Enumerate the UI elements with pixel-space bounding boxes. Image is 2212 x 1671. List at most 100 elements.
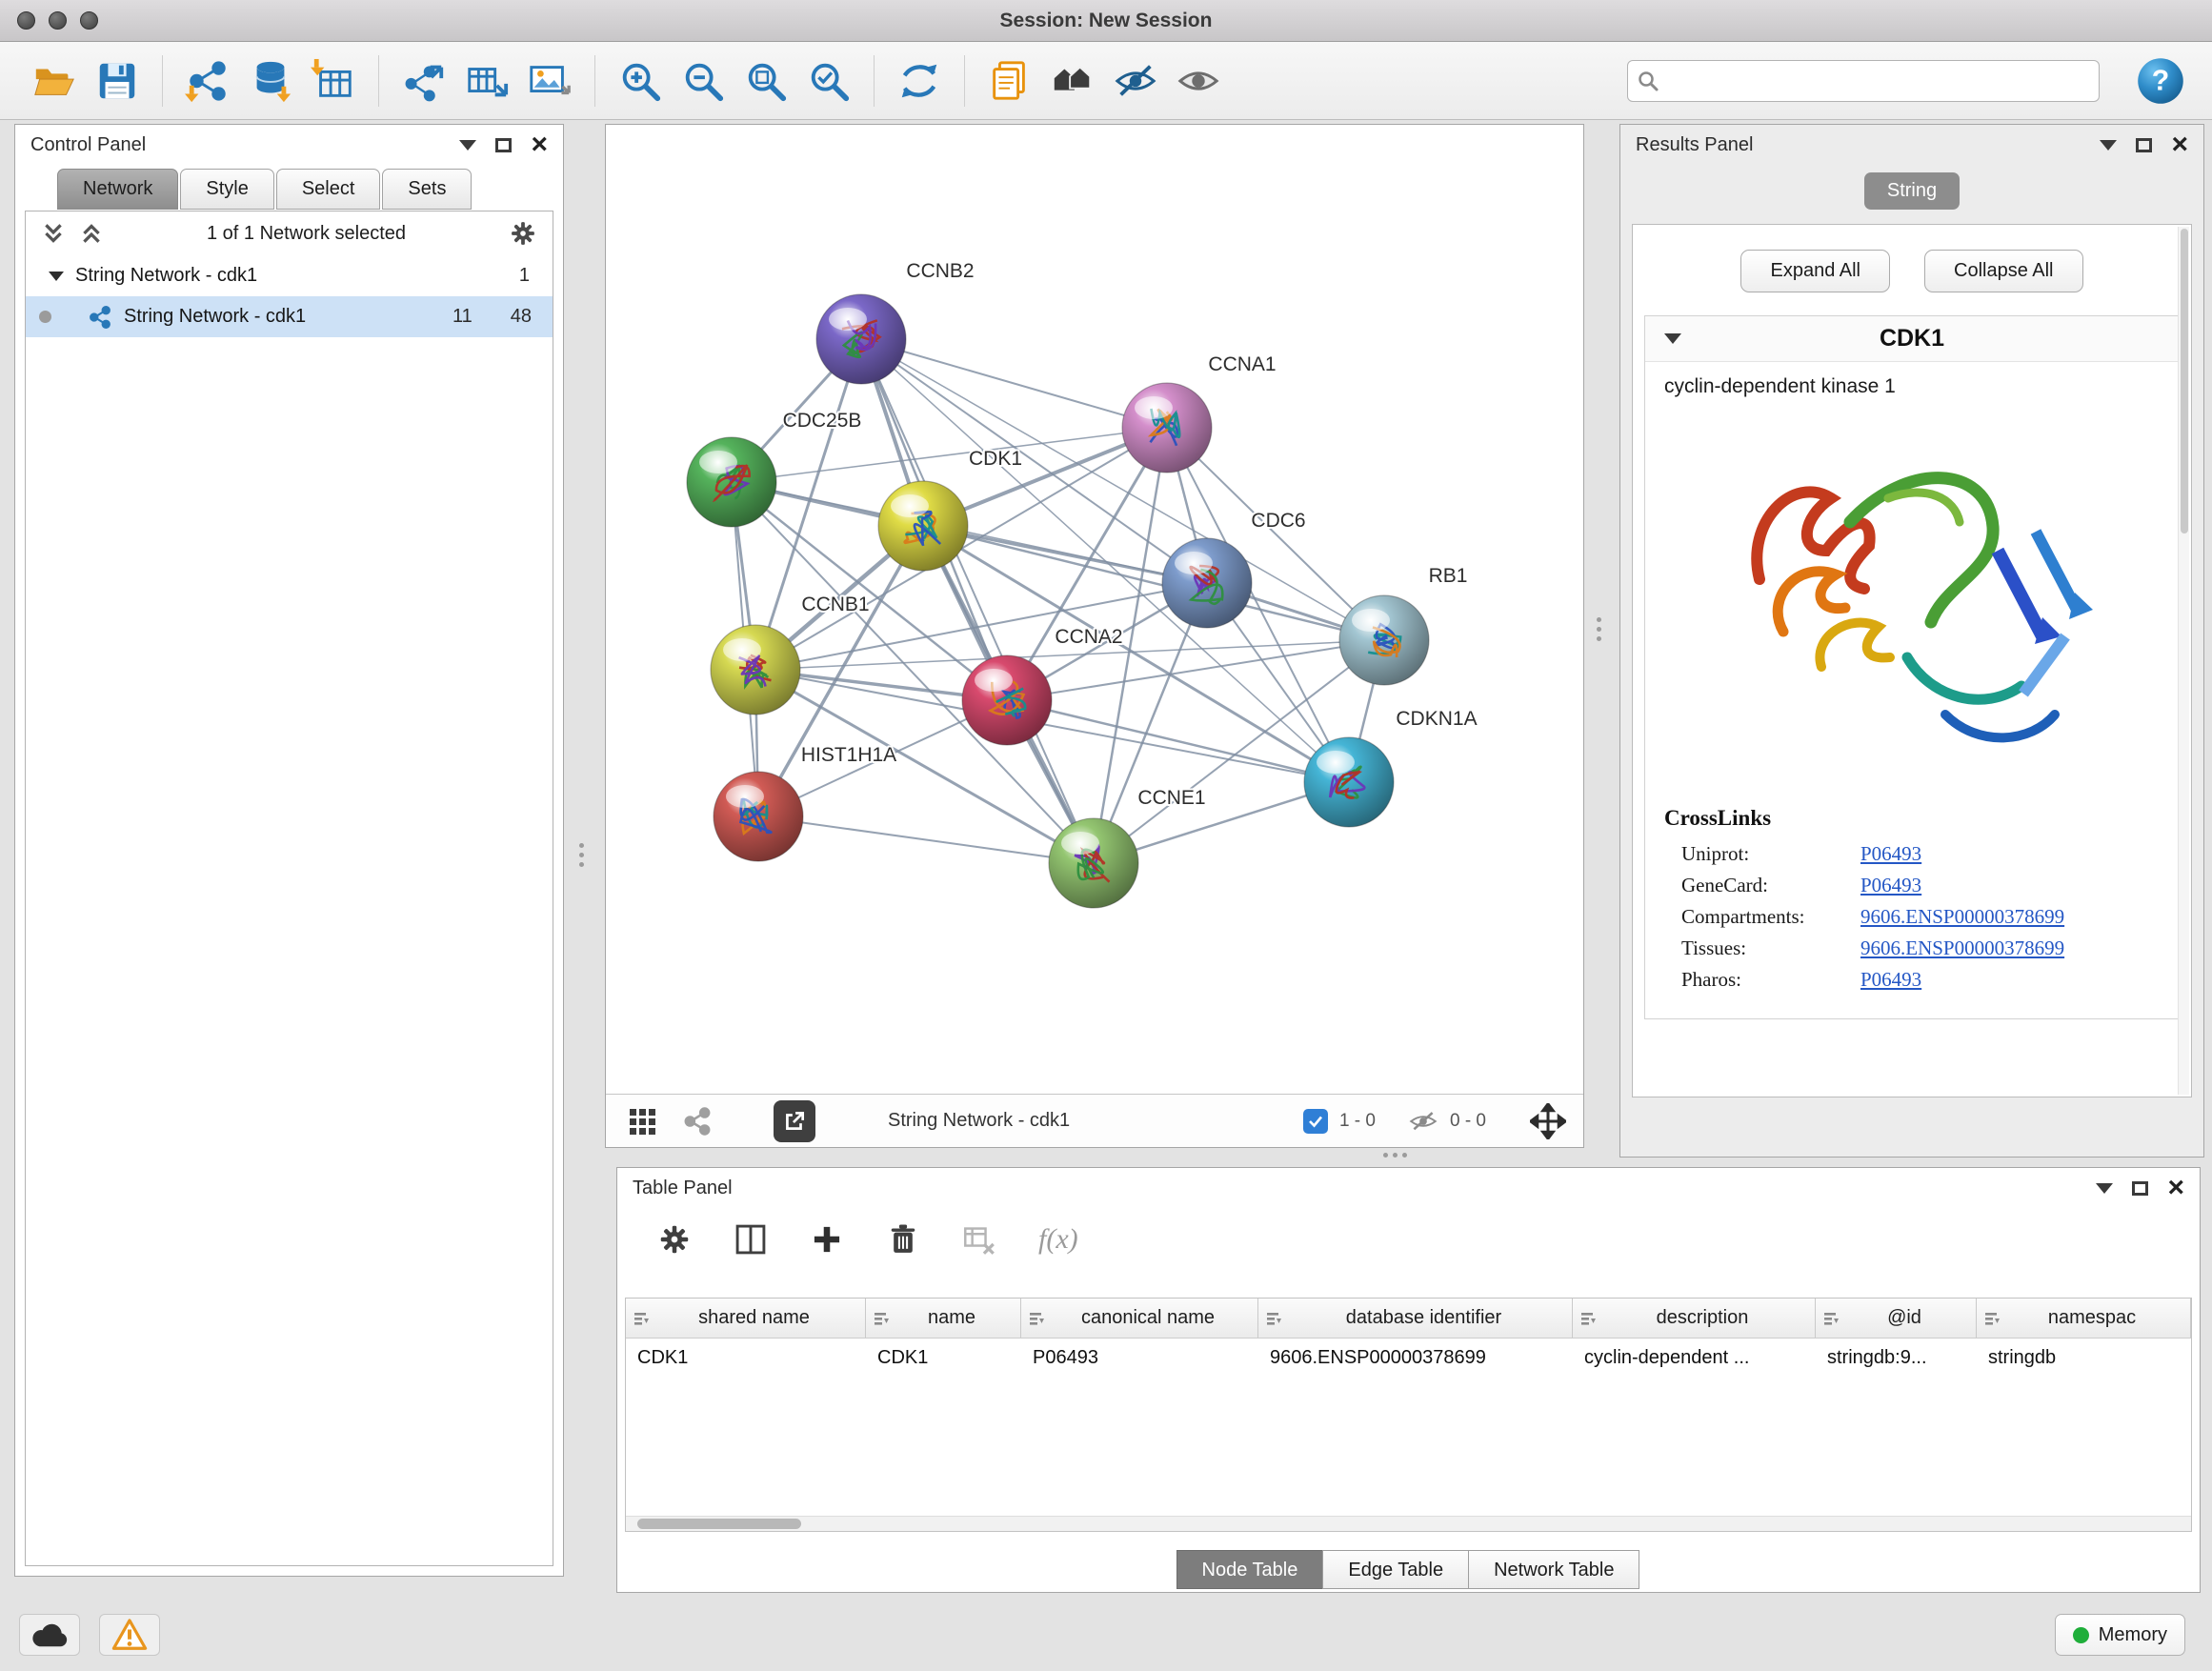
network-edge[interactable]	[758, 816, 1094, 863]
network-node-ccne1[interactable]: CCNE1	[1049, 787, 1206, 908]
network-node-ccnb1[interactable]: CCNB1	[711, 594, 870, 715]
table-cell[interactable]: CDK1	[626, 1347, 866, 1369]
network-overview-button[interactable]	[1041, 50, 1104, 112]
collapse-all-button[interactable]: Collapse All	[1924, 250, 2083, 292]
session-snapshot-button[interactable]	[978, 50, 1041, 112]
crosslink-value-link[interactable]: P06493	[1860, 968, 1921, 992]
function-builder-button[interactable]: f(x)	[1038, 1223, 1078, 1256]
column-header--id[interactable]: @id	[1816, 1299, 1977, 1338]
export-network-button[interactable]	[392, 50, 455, 112]
import-network-from-file-button[interactable]	[176, 50, 239, 112]
collapse-all-icon[interactable]	[41, 221, 66, 246]
tab-network[interactable]: Network	[57, 169, 178, 210]
network-node-ccna1[interactable]: CCNA1	[1122, 353, 1277, 473]
column-header-shared-name[interactable]: shared name	[626, 1299, 866, 1338]
vertical-splitter-right[interactable]	[1597, 617, 1601, 641]
close-window-button[interactable]	[17, 11, 35, 30]
open-in-new-window-button[interactable]	[774, 1100, 815, 1142]
network-node-hist1h1a[interactable]: HIST1H1A	[714, 744, 896, 861]
network-row[interactable]: String Network - cdk1 11 48	[26, 296, 553, 337]
network-node-cdc6[interactable]: CDC6	[1162, 510, 1306, 628]
tab-select[interactable]: Select	[276, 169, 381, 210]
table-cell[interactable]: CDK1	[866, 1347, 1021, 1369]
network-node-cdkn1a[interactable]: CDKN1A	[1304, 708, 1478, 827]
network-node-cdc25b[interactable]: CDC25B	[687, 410, 861, 527]
panel-menu-icon[interactable]	[2096, 1183, 2113, 1194]
tab-edge-table[interactable]: Edge Table	[1322, 1550, 1469, 1589]
expand-all-button[interactable]: Expand All	[1740, 250, 1890, 292]
zoom-fit-button[interactable]	[734, 50, 797, 112]
tab-node-table[interactable]: Node Table	[1176, 1550, 1324, 1589]
selected-checkbox-icon[interactable]	[1303, 1109, 1328, 1134]
network-edge[interactable]	[1007, 700, 1349, 782]
close-panel-icon[interactable]: ×	[2171, 131, 2188, 159]
tab-network-table[interactable]: Network Table	[1468, 1550, 1639, 1589]
column-header-description[interactable]: description	[1573, 1299, 1816, 1338]
crosslink-value-link[interactable]: 9606.ENSP00000378699	[1860, 905, 2064, 929]
crosslink-value-link[interactable]: P06493	[1860, 842, 1921, 866]
zoom-selected-button[interactable]	[797, 50, 860, 112]
tab-sets[interactable]: Sets	[382, 169, 472, 210]
table-horizontal-scrollbar[interactable]	[626, 1516, 2191, 1531]
float-panel-icon[interactable]	[2136, 138, 2152, 152]
tab-string[interactable]: String	[1864, 172, 1960, 210]
collapse-section-icon[interactable]	[1664, 333, 1681, 344]
pan-move-icon[interactable]	[1530, 1103, 1566, 1139]
delete-table-icon[interactable]	[962, 1222, 996, 1257]
column-header-namespac[interactable]: namespac	[1977, 1299, 2191, 1338]
network-node-cdk1[interactable]: CDK1	[878, 448, 1022, 571]
crosslink-value-link[interactable]: P06493	[1860, 874, 1921, 897]
network-edge[interactable]	[755, 339, 861, 670]
share-view-icon[interactable]	[682, 1106, 713, 1137]
add-column-icon[interactable]	[810, 1222, 844, 1257]
table-cell[interactable]: stringdb	[1977, 1347, 2191, 1369]
network-edge[interactable]	[923, 526, 1384, 640]
vertical-splitter-left[interactable]	[579, 843, 584, 867]
zoom-in-button[interactable]	[609, 50, 672, 112]
close-panel-icon[interactable]: ×	[531, 131, 548, 159]
panel-menu-icon[interactable]	[459, 140, 476, 151]
network-edge[interactable]	[861, 339, 1167, 428]
save-session-button[interactable]	[86, 50, 149, 112]
results-scrollbar-thumb[interactable]	[2181, 229, 2188, 534]
cloud-status-button[interactable]	[19, 1614, 80, 1656]
network-canvas[interactable]: CCNB2CCNA1CDC25BCDK1CDC6RB1CCNB1CCNA2CDK…	[606, 125, 1583, 1094]
refresh-view-button[interactable]	[888, 50, 951, 112]
table-cell[interactable]: 9606.ENSP00000378699	[1258, 1347, 1573, 1369]
column-header-canonical-name[interactable]: canonical name	[1021, 1299, 1258, 1338]
expand-all-icon[interactable]	[79, 221, 104, 246]
show-graphics-details-button[interactable]	[1167, 50, 1230, 112]
crosslink-value-link[interactable]: 9606.ENSP00000378699	[1860, 936, 2064, 960]
show-columns-icon[interactable]	[734, 1222, 768, 1257]
float-panel-icon[interactable]	[2132, 1181, 2148, 1196]
zoom-window-button[interactable]	[80, 11, 98, 30]
minimize-window-button[interactable]	[49, 11, 67, 30]
hide-graphics-details-button[interactable]	[1104, 50, 1167, 112]
expander-icon[interactable]	[49, 272, 64, 281]
results-scrollbar[interactable]	[2178, 227, 2189, 1095]
grid-mode-icon[interactable]	[627, 1106, 657, 1137]
close-panel-icon[interactable]: ×	[2167, 1174, 2184, 1202]
zoom-out-button[interactable]	[672, 50, 734, 112]
column-header-database-identifier[interactable]: database identifier	[1258, 1299, 1573, 1338]
float-panel-icon[interactable]	[495, 138, 512, 152]
export-table-button[interactable]	[455, 50, 518, 112]
network-collection-row[interactable]: String Network - cdk1 1	[26, 255, 553, 296]
table-cell[interactable]: cyclin-dependent ...	[1573, 1347, 1816, 1369]
help-button[interactable]: ?	[2134, 54, 2187, 108]
export-image-button[interactable]	[518, 50, 581, 112]
delete-column-icon[interactable]	[886, 1222, 920, 1257]
warnings-button[interactable]	[99, 1614, 160, 1656]
table-cell[interactable]: P06493	[1021, 1347, 1258, 1369]
import-table-from-file-button[interactable]	[302, 50, 365, 112]
scrollbar-thumb[interactable]	[637, 1519, 801, 1529]
search-input[interactable]	[1627, 60, 2100, 102]
open-session-button[interactable]	[23, 50, 86, 112]
import-network-from-database-button[interactable]	[239, 50, 302, 112]
panel-menu-icon[interactable]	[2100, 140, 2117, 151]
tab-style[interactable]: Style	[180, 169, 273, 210]
column-header-name[interactable]: name	[866, 1299, 1021, 1338]
table-cell[interactable]: stringdb:9...	[1816, 1347, 1977, 1369]
network-node-rb1[interactable]: RB1	[1339, 565, 1467, 685]
network-options-gear-icon[interactable]	[509, 219, 537, 248]
